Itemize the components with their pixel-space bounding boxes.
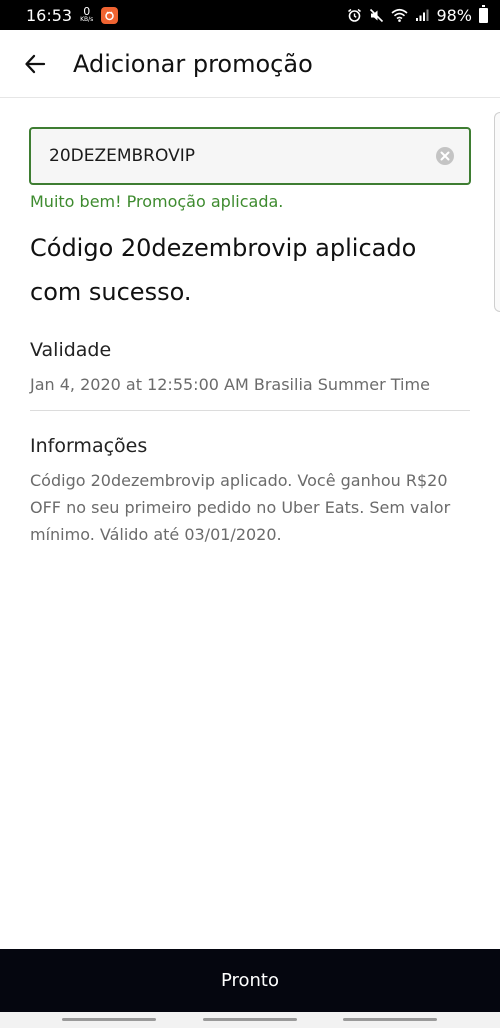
info-label: Informações <box>30 435 148 457</box>
clear-circle-icon <box>436 147 454 165</box>
arrow-left-icon <box>25 54 46 73</box>
clear-button[interactable] <box>435 146 455 166</box>
validity-value: Jan 4, 2020 at 12:55:00 AM Brasilia Summ… <box>30 375 430 394</box>
wifi-icon <box>391 8 408 22</box>
page-title: Adicionar promoção <box>73 49 313 78</box>
network-speed-unit: KB/s <box>80 15 94 23</box>
promo-code-field[interactable] <box>29 127 471 185</box>
info-description: Código 20dezembrovip aplicado. Você ganh… <box>30 471 451 544</box>
divider <box>30 410 470 411</box>
scroll-indicator <box>494 112 500 312</box>
success-message: Muito bem! Promoção aplicada. <box>30 192 284 211</box>
system-nav-bar <box>0 1012 500 1028</box>
validity-label: Validade <box>30 339 112 361</box>
signal-icon <box>415 8 429 22</box>
status-bar: 16:53 0 KB/s 98% <box>0 0 500 30</box>
app-notification-icon <box>101 6 119 24</box>
battery-level: 98% <box>436 5 472 25</box>
network-speed: 0 KB/s <box>80 6 93 23</box>
app-bar: Adicionar promoção <box>0 30 500 98</box>
mute-icon <box>369 8 384 23</box>
nav-back-button[interactable] <box>343 1018 437 1021</box>
promo-code-input[interactable] <box>49 146 435 166</box>
back-button[interactable] <box>0 30 70 98</box>
alarm-icon <box>347 8 362 23</box>
promo-applied-headline: Código 20dezembrovip aplicado com sucess… <box>30 234 417 306</box>
done-button[interactable]: Pronto <box>0 949 500 1012</box>
nav-recents-button[interactable] <box>62 1018 156 1021</box>
nav-home-button[interactable] <box>203 1018 297 1021</box>
network-speed-value: 0 <box>83 4 91 18</box>
status-time: 16:53 <box>26 5 73 25</box>
battery-icon <box>479 4 488 23</box>
